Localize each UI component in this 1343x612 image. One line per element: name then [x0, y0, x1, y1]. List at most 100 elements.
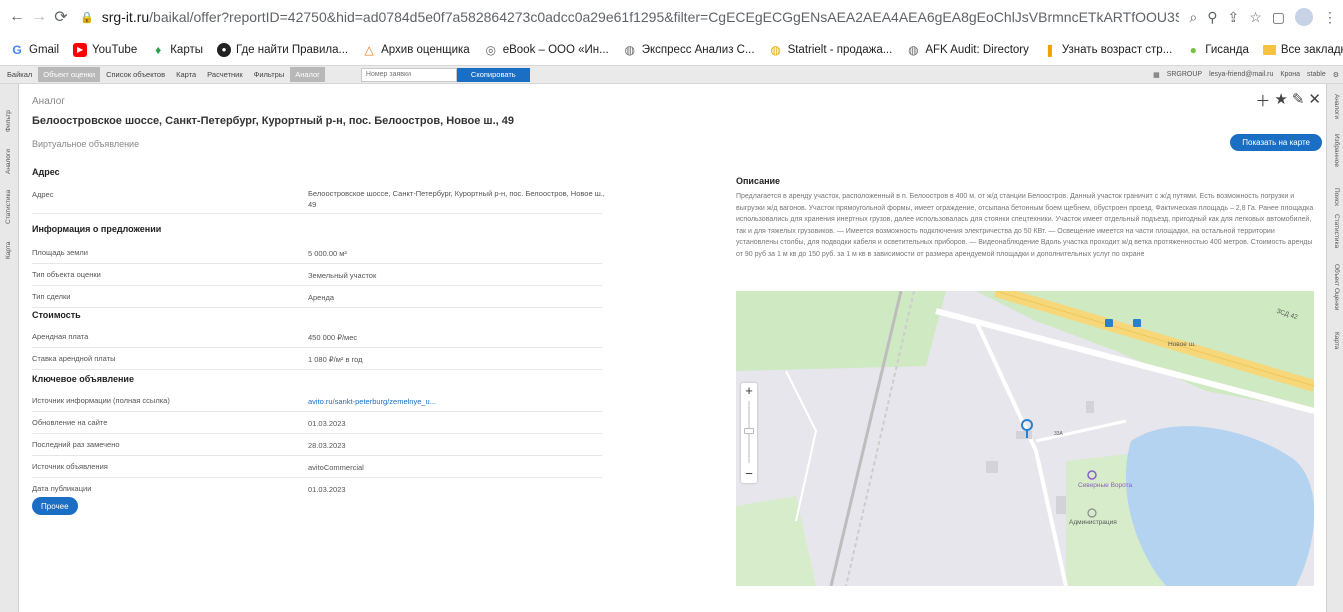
reload-icon[interactable]: ⟳	[50, 6, 72, 28]
right-sidebar: Аналоги Избранное Поиск Статистика Объек…	[1326, 84, 1343, 612]
row-value: 450 000 ₽/мес	[308, 333, 358, 342]
park-area	[736, 291, 946, 371]
bookmark-express[interactable]: ◍ Экспресс Анализ С...	[623, 43, 755, 57]
side-tab-filter[interactable]: Фильтр	[5, 110, 12, 132]
row-key: Арендная плата	[32, 332, 89, 341]
tab-list[interactable]: Список объектов	[101, 67, 170, 82]
back-icon[interactable]: ←	[6, 6, 28, 28]
google-g-icon: G	[12, 43, 22, 57]
row-value: 01.03.2023	[308, 485, 346, 494]
bookmark-afk[interactable]: ◍ AFK Audit: Directory	[906, 43, 1029, 57]
location-icon[interactable]: ⚲	[1207, 9, 1217, 26]
zoom-out-button[interactable]: −	[741, 467, 757, 481]
flag-icon: ❚	[1044, 43, 1055, 57]
folder-icon	[1262, 45, 1276, 55]
show-on-map-button[interactable]: Показать на карте	[1230, 134, 1322, 151]
poi-gate-label: Северные Ворота	[1078, 482, 1133, 489]
leaf-icon: ●	[1189, 43, 1197, 57]
globe-icon: ◍	[770, 43, 781, 57]
section-address: Адрес	[32, 167, 60, 177]
star-icon[interactable]: ★	[1274, 90, 1287, 111]
zoom-icon[interactable]: ⌕	[1189, 9, 1197, 26]
rside-tab-search[interactable]: Поиск	[1333, 188, 1340, 206]
bookmark-maps[interactable]: ♦ Карты	[151, 43, 203, 57]
tab-calc[interactable]: Расчетник	[202, 67, 247, 82]
table-row: Источник объявления avitoCommercial	[32, 456, 602, 478]
forward-icon[interactable]: →	[28, 6, 50, 28]
rside-tab-favorites[interactable]: Избранное	[1333, 134, 1340, 167]
description-title: Описание	[736, 176, 781, 186]
zoom-in-button[interactable]: +	[741, 384, 757, 398]
bookmark-gmail[interactable]: G Gmail	[10, 43, 59, 57]
row-value: 1 080 ₽/м² в год	[308, 355, 363, 364]
map-view[interactable]: Новое ш. ЗСД 42 Северные Ворота Админист…	[736, 291, 1314, 586]
url-bar[interactable]: 🔒 srg-it.ru /baikal/offer?reportID=42750…	[80, 3, 1179, 31]
settings-icon[interactable]: ⚙	[1333, 71, 1339, 79]
bookmark-gisanda[interactable]: ● Гисанда	[1186, 43, 1249, 57]
rside-tab-stats[interactable]: Статистика	[1333, 214, 1340, 248]
zoom-slider-knob[interactable]	[744, 428, 754, 434]
profile-avatar[interactable]	[1295, 8, 1313, 26]
user-email[interactable]: lesya-friend@mail.ru	[1209, 71, 1273, 78]
bookmark-age[interactable]: ❚ Узнать возраст стр...	[1043, 43, 1172, 57]
bookmark-rules[interactable]: ● Где найти Правила...	[217, 43, 348, 57]
side-tab-map[interactable]: Карта	[5, 242, 12, 259]
table-row: Последний раз замечено 28.03.2023	[32, 434, 602, 456]
plus-icon[interactable]: ＋	[1255, 90, 1270, 111]
tab-map[interactable]: Карта	[171, 67, 201, 82]
bookmark-statrielt[interactable]: ◍ Statrielt - продажа...	[769, 43, 892, 57]
map-pin-icon: ♦	[155, 43, 162, 57]
bookmark-ebook[interactable]: ◎ eBook – ООО «Ин...	[484, 43, 608, 57]
breadcrumb: Аналог	[32, 96, 65, 107]
table-row: Тип сделки Аренда	[32, 286, 602, 308]
left-sidebar: Фильтр Аналоги Статистика Карта	[0, 84, 19, 612]
bookmark-youtube[interactable]: ▶ YouTube	[73, 43, 137, 57]
app-toolbar: Байкал Объект оценки Список объектов Кар…	[0, 66, 1343, 84]
tab-filters[interactable]: Фильтры	[249, 67, 290, 82]
url-path: /baikal/offer?reportID=42750&hid=ad0784d…	[149, 9, 1179, 25]
globe-icon: ◍	[908, 43, 919, 57]
section-cost: Стоимость	[32, 310, 81, 320]
table-row: Адрес Белоостровское шоссе, Санкт-Петерб…	[32, 184, 605, 214]
triangle-icon: △	[364, 43, 374, 57]
description-text: Предлагается в аренду участок, расположе…	[736, 193, 1314, 258]
menu-icon[interactable]: ⋮	[1323, 9, 1337, 26]
tab-baikal[interactable]: Байкал	[2, 67, 37, 82]
circle-icon: ◎	[485, 43, 496, 57]
bus-stop-icon	[1133, 319, 1141, 327]
table-row: Дата публикации 01.03.2023	[32, 478, 602, 500]
globe-icon: ◍	[624, 43, 635, 57]
row-key: Адрес	[32, 190, 54, 199]
row-key: Тип сделки	[32, 292, 71, 301]
request-number-input[interactable]	[360, 67, 457, 82]
close-icon[interactable]: ✕	[1308, 90, 1321, 111]
section-key-ad: Ключевое объявление	[32, 374, 134, 384]
crown-link[interactable]: Крона	[1280, 71, 1300, 78]
rside-tab-object[interactable]: Объект Оценки	[1333, 264, 1340, 310]
bus-stop-icon	[1105, 319, 1113, 327]
source-link[interactable]: avito.ru/sankt-peterburg/zemelnye_u...	[308, 396, 608, 407]
bookmark-archive[interactable]: △ Архив оценщика	[362, 43, 470, 57]
page-title: Белоостровское шоссе, Санкт-Петербург, К…	[32, 115, 514, 127]
side-tab-analogs[interactable]: Аналоги	[5, 149, 12, 174]
row-value: 5 000.00 м²	[308, 249, 347, 258]
side-tab-stats[interactable]: Статистика	[5, 190, 12, 224]
tab-object[interactable]: Объект оценки	[38, 67, 101, 82]
zoom-control: + −	[741, 383, 757, 483]
edit-icon[interactable]: ✎	[1292, 90, 1305, 111]
table-row: Площадь земли 5 000.00 м²	[32, 242, 602, 264]
bookmark-all[interactable]: Все закладки	[1262, 44, 1343, 56]
tab-analog[interactable]: Аналог	[290, 67, 325, 82]
star-icon[interactable]: ☆	[1249, 9, 1262, 26]
table-row: Ставка арендной платы 1 080 ₽/м² в год	[32, 348, 602, 370]
copy-button[interactable]: Скопировать	[456, 67, 530, 82]
prochee-button[interactable]: Прочее	[32, 497, 78, 515]
share-icon[interactable]: ⇪	[1227, 9, 1239, 26]
row-key: Источник объявления	[32, 462, 108, 471]
row-value: avitoCommercial	[308, 463, 364, 472]
rside-tab-map[interactable]: Карта	[1333, 332, 1340, 349]
rside-tab-analogs[interactable]: Аналоги	[1333, 94, 1340, 119]
browser-chrome: ← → ⟳ 🔒 srg-it.ru /baikal/offer?reportID…	[0, 0, 1343, 66]
poi-admin-label: Администрация	[1069, 519, 1117, 526]
sidepanel-icon[interactable]: ▢	[1272, 9, 1285, 26]
